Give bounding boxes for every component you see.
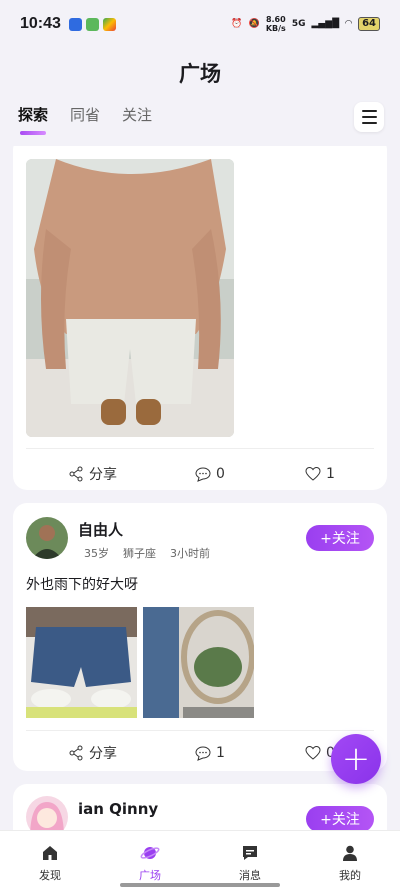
nav-item-square[interactable]: 广场 [100,831,200,889]
post-photo[interactable] [26,607,137,718]
comment-button[interactable]: 1 [195,745,225,761]
network-speed: 8.60 KB/s [265,15,286,33]
heart-icon [305,466,321,481]
nav-label: 发现 [39,869,61,882]
share-button[interactable]: 分享 [68,464,117,484]
wifi-icon: ◠ [345,19,353,29]
comment-button[interactable]: 0 [195,466,225,482]
notification-icons [68,17,116,31]
signal-icon: ▂▄▆█ [311,19,340,29]
app-notification-icon [68,17,82,31]
nav-item-discover[interactable]: 发现 [0,831,100,889]
post-card: 分享 0 1 [13,146,387,490]
nav-label: 我的 [339,869,361,882]
tab-bar: 探索 同省 关注 [18,104,152,135]
network-type: 5G [291,19,306,29]
user-zodiac: 狮子座 [123,547,156,560]
username[interactable]: ian Qinny [78,800,158,818]
post-card: ian Qinny +关注 [13,784,387,830]
photo-image [143,607,254,718]
post-time: 3小时前 [170,547,210,560]
app-notification-icon [85,17,99,31]
heart-icon [305,745,321,760]
avatar[interactable] [26,517,68,559]
share-icon [69,745,83,761]
tab-following[interactable]: 关注 [122,104,152,125]
avatar[interactable] [26,796,68,830]
photo-image [26,159,234,437]
mute-icon: 🔕 [248,19,260,29]
status-right: ⏰ 🔕 8.60 KB/s 5G ▂▄▆█ ◠ 64 [231,15,380,33]
user-age: 35岁 [84,547,109,560]
avatar-image [26,517,68,559]
message-icon [243,846,257,860]
user-meta: 35岁 狮子座 3小时前 [84,545,210,561]
follow-button[interactable]: +关注 [306,806,374,830]
create-post-button[interactable]: + [331,734,381,784]
home-icon [43,846,57,860]
tab-explore[interactable]: 探索 [18,104,48,135]
username[interactable]: 自由人 [78,519,123,540]
bottom-nav: 发现 广场 消息 我的 [0,830,400,889]
share-label: 分享 [89,746,117,762]
like-button[interactable]: 1 [305,466,335,482]
follow-button[interactable]: +关注 [306,525,374,551]
share-icon [69,466,83,482]
menu-button[interactable] [354,102,384,132]
play-store-icon [102,17,116,31]
planet-icon [140,847,160,859]
nav-item-messages[interactable]: 消息 [200,831,300,889]
user-icon [343,845,357,861]
alarm-icon: ⏰ [231,19,243,29]
comment-count: 0 [216,466,225,482]
post-photo[interactable] [26,159,234,437]
avatar-image [26,796,68,830]
comment-icon [195,467,211,482]
nav-item-me[interactable]: 我的 [300,831,400,889]
battery-indicator: 64 [358,17,380,31]
plus-icon: + [341,739,371,779]
share-button[interactable]: 分享 [68,743,117,763]
comment-count: 1 [216,745,225,761]
divider [26,448,374,449]
nav-label: 广场 [139,869,161,882]
tab-same-province[interactable]: 同省 [70,104,100,125]
status-time: 10:43 [20,15,61,32]
comment-icon [195,746,211,761]
home-indicator [120,883,280,887]
post-text: 外也雨下的好大呀 [26,577,138,593]
nav-label: 消息 [239,869,261,882]
post-photo[interactable] [143,607,254,718]
like-count: 1 [326,466,335,482]
status-bar: 10:43 ⏰ 🔕 8.60 KB/s 5G ▂▄▆█ ◠ 64 [0,0,400,48]
post-actions: 分享 0 1 [13,456,387,492]
post-card: 自由人 35岁 狮子座 3小时前 +关注 外也雨下的好大呀 分享 1 0 [13,503,387,771]
divider [26,730,374,731]
page-title: 广场 [179,62,221,86]
menu-icon [361,110,377,112]
feed[interactable]: 分享 0 1 自由人 35岁 狮子座 3小时前 +关注 外也雨下的好大呀 分享 … [0,146,400,830]
share-label: 分享 [89,467,117,483]
photo-image [26,607,137,718]
